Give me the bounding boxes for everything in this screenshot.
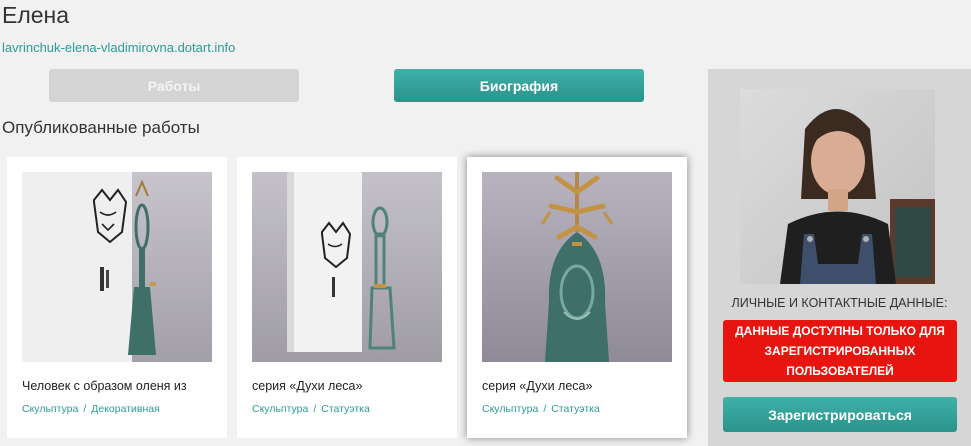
work-categories: Скульптура / Статуэтка	[252, 403, 370, 415]
category-separator: /	[543, 403, 547, 415]
category-separator: /	[83, 403, 87, 415]
contacts-label: ЛИЧНЫЕ И КОНТАКТНЫЕ ДАННЫЕ:	[731, 296, 948, 310]
restricted-data-notice: ДАННЫЕ ДОСТУПНЫ ТОЛЬКО ДЛЯ ЗАРЕГИСТРИРОВ…	[723, 320, 957, 382]
artist-portrait	[740, 89, 935, 284]
work-card[interactable]: Человек с образом оленя из Скульптура / Де…	[7, 157, 227, 438]
work-image[interactable]	[22, 172, 212, 362]
work-image[interactable]	[482, 172, 672, 362]
category-link[interactable]: Скульптура	[252, 403, 308, 415]
work-card[interactable]: серия «Духи леса» Скульптура / Статуэтка	[467, 157, 687, 438]
work-title[interactable]: серия «Духи леса»	[252, 379, 447, 393]
work-card[interactable]: серия «Духи леса» Скульптура / Статуэтка	[237, 157, 457, 438]
work-title[interactable]: серия «Духи леса»	[482, 379, 677, 393]
register-button[interactable]: Зарегистрироваться	[723, 397, 957, 432]
work-title[interactable]: Человек с образом оленя из	[22, 379, 217, 393]
section-title: Опубликованные работы	[2, 118, 200, 137]
work-categories: Скульптура / Статуэтка	[482, 403, 600, 415]
category-link[interactable]: Декоративная	[91, 403, 160, 415]
work-categories: Скульптура / Декоративная	[22, 403, 160, 415]
artist-name: Елена	[2, 2, 70, 28]
category-link[interactable]: Скульптура	[22, 403, 78, 415]
artist-sidebar: ЛИЧНЫЕ И КОНТАКТНЫЕ ДАННЫЕ: ДАННЫЕ ДОСТУ…	[708, 69, 971, 446]
category-link[interactable]: Статуэтка	[321, 403, 370, 415]
category-link[interactable]: Скульптура	[482, 403, 538, 415]
category-separator: /	[313, 403, 317, 415]
category-link[interactable]: Статуэтка	[551, 403, 600, 415]
work-image[interactable]	[252, 172, 442, 362]
tab-biography[interactable]: Биография	[394, 69, 644, 102]
artist-site-link[interactable]: lavrinchuk-elena-vladimirovna.dotart.inf…	[2, 40, 235, 55]
tab-works[interactable]: Работы	[49, 69, 299, 102]
